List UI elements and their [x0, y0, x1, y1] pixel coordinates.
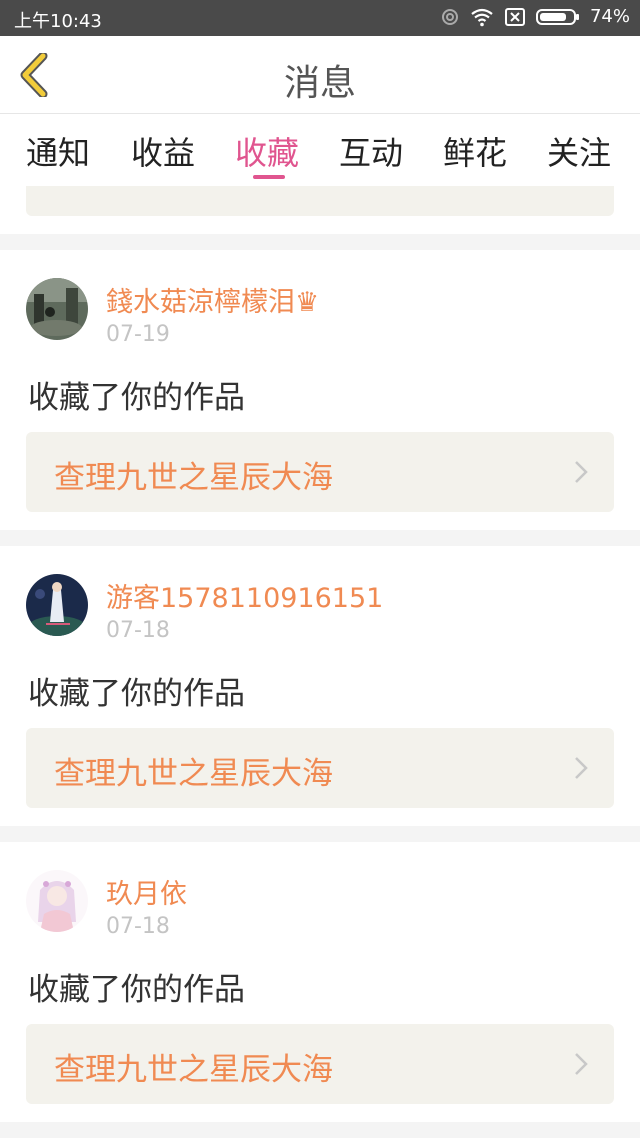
page-title: 消息 [283, 63, 356, 104]
list-item [0, 186, 640, 234]
avatar[interactable] [26, 278, 88, 340]
work-link[interactable]: 查理九世之星辰大海 [26, 432, 614, 512]
work-title: 查理九世之星辰大海 [54, 460, 333, 496]
chevron-right-icon [575, 1053, 588, 1075]
avatar[interactable] [26, 870, 88, 932]
username[interactable]: 玖月依 [106, 872, 187, 911]
status-time: 上午10:43 [14, 11, 102, 32]
tab-flowers[interactable]: 鲜花 [443, 128, 507, 174]
chevron-right-icon [575, 461, 588, 483]
timestamp: 07-19 [106, 322, 170, 347]
action-text: 收藏了你的作品 [28, 676, 245, 712]
tab-notification[interactable]: 通知 [26, 128, 90, 174]
list-item: 錢水菇涼檸檬泪♛ 07-19 收藏了你的作品 查理九世之星辰大海 [0, 250, 640, 530]
status-bar: 上午10:43 74% [0, 0, 640, 36]
tab-favorites[interactable]: 收藏 [235, 128, 299, 174]
alarm-icon [441, 8, 458, 25]
work-link[interactable]: 查理九世之星辰大海 [26, 1024, 614, 1104]
timestamp: 07-18 [106, 618, 170, 643]
work-link[interactable]: 查理九世之星辰大海 [26, 728, 614, 808]
tab-interaction[interactable]: 互动 [339, 128, 403, 174]
avatar[interactable] [26, 574, 88, 636]
work-title: 查理九世之星辰大海 [54, 1052, 333, 1088]
username[interactable]: 錢水菇涼檸檬泪♛ [106, 280, 319, 319]
no-sim-icon [504, 7, 525, 26]
action-text: 收藏了你的作品 [28, 972, 245, 1008]
message-list[interactable]: 錢水菇涼檸檬泪♛ 07-19 收藏了你的作品 查理九世之星辰大海 游客15781… [0, 186, 640, 1138]
tab-bar: 通知 收益 收藏 互动 鲜花 关注 [0, 114, 640, 186]
status-icons: 74% [440, 6, 630, 27]
tab-earnings[interactable]: 收益 [131, 128, 195, 174]
tab-follow[interactable]: 关注 [547, 128, 611, 174]
list-item: 玖月依 07-18 收藏了你的作品 查理九世之星辰大海 [0, 842, 640, 1122]
battery-icon [535, 8, 579, 25]
app-header: 消息 [0, 36, 640, 114]
username[interactable]: 游客1578110916151 [106, 576, 383, 615]
battery-percent: 74% [589, 6, 630, 27]
wifi-icon [471, 8, 493, 26]
list-item: 游客1578110916151 07-18 收藏了你的作品 查理九世之星辰大海 [0, 546, 640, 826]
chevron-right-icon [575, 757, 588, 779]
timestamp: 07-18 [106, 914, 170, 939]
action-text: 收藏了你的作品 [28, 380, 245, 416]
work-title: 查理九世之星辰大海 [54, 756, 333, 792]
work-link[interactable] [26, 186, 614, 216]
active-tab-indicator [253, 175, 285, 179]
